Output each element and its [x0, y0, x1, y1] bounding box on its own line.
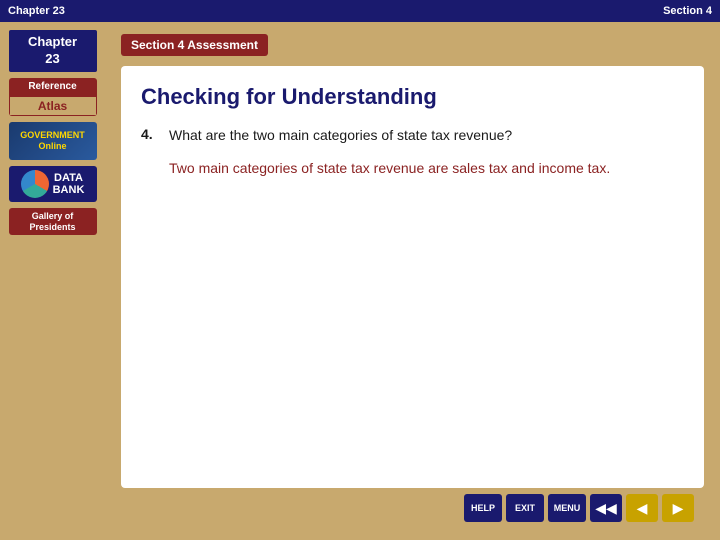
databank-label: DATABANK	[53, 172, 85, 196]
sidebar: Chapter 23 Reference Atlas GOVERNMENT On…	[0, 22, 105, 540]
sidebar-item-government[interactable]: GOVERNMENT Online	[9, 122, 97, 160]
prev-button[interactable]: ◀◀	[590, 494, 622, 522]
sidebar-item-databank[interactable]: DATABANK	[9, 166, 97, 202]
section-label-top: Section 4	[663, 5, 712, 17]
reference-label: Reference	[9, 78, 97, 96]
content-title: Checking for Understanding	[141, 84, 684, 110]
chapter-label: Chapter 23	[8, 5, 65, 17]
presidents-label: Presidents	[13, 222, 93, 233]
question-text: What are the two main categories of stat…	[169, 126, 512, 146]
gallery-label: Gallery of	[13, 211, 93, 222]
back-button[interactable]: ◀	[626, 494, 658, 522]
sidebar-item-reference[interactable]: Reference Atlas	[9, 78, 97, 116]
sidebar-item-gallery[interactable]: Gallery of Presidents	[9, 208, 97, 236]
atlas-label: Atlas	[9, 96, 97, 116]
exit-button[interactable]: EXIT	[506, 494, 544, 522]
menu-button[interactable]: MENU	[548, 494, 586, 522]
main-layout: Chapter 23 Reference Atlas GOVERNMENT On…	[0, 22, 720, 540]
bottom-toolbar: HELP EXIT MENU ◀◀ ◀ ▶	[121, 488, 704, 528]
content-box: Checking for Understanding 4. What are t…	[121, 66, 704, 488]
chapter-box: Chapter 23	[9, 30, 97, 72]
data-circle-icon	[21, 170, 49, 198]
question-block: 4. What are the two main categories of s…	[141, 126, 684, 146]
next-button[interactable]: ▶	[662, 494, 694, 522]
top-bar: Chapter 23 Section 4	[0, 0, 720, 22]
help-button[interactable]: HELP	[464, 494, 502, 522]
answer-text: Two main categories of state tax revenue…	[169, 158, 684, 179]
content-area: Section 4 Assessment Checking for Unders…	[105, 22, 720, 540]
question-number: 4.	[141, 126, 161, 146]
section-badge: Section 4 Assessment	[121, 34, 268, 56]
government-label: GOVERNMENT Online	[20, 130, 85, 152]
